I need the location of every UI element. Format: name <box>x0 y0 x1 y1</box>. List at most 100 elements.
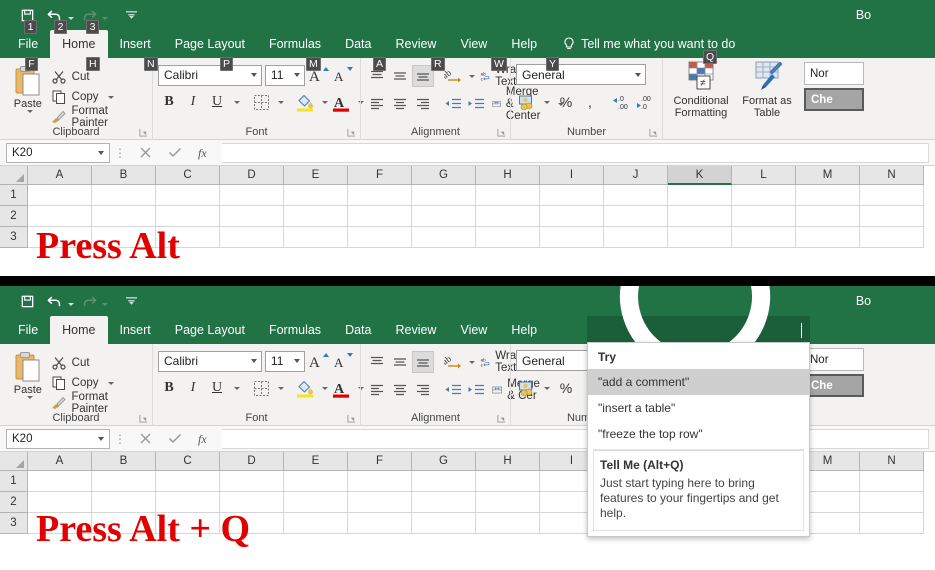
clipboard-dialog-launcher-icon[interactable] <box>139 128 148 137</box>
customize-quick-access-toolbar-button[interactable] <box>118 289 144 313</box>
bold-button[interactable]: B <box>158 377 180 399</box>
paste-button[interactable]: Paste <box>5 62 51 127</box>
cell-E2[interactable] <box>284 206 348 227</box>
align-right-button[interactable] <box>412 93 434 115</box>
cell-L3[interactable] <box>732 227 796 248</box>
cell-A2[interactable] <box>28 492 92 513</box>
paste-button[interactable]: Paste <box>5 348 51 413</box>
cell-C2[interactable] <box>156 206 220 227</box>
tab-help[interactable]: Help <box>499 30 549 58</box>
tab-review[interactable]: Review <box>383 30 448 58</box>
underline-button[interactable]: U <box>206 377 228 399</box>
insert-function-button[interactable]: fx <box>190 429 220 449</box>
cell-G1[interactable] <box>412 185 476 206</box>
tab-formulas[interactable]: Formulas <box>257 316 333 344</box>
tell-me-suggestion-freeze-the-top-row[interactable]: "freeze the top row" <box>588 421 809 447</box>
increase-indent-button[interactable] <box>465 93 487 115</box>
tab-help[interactable]: Help <box>499 316 549 344</box>
cell-F3[interactable] <box>348 513 412 534</box>
cell-J3[interactable] <box>604 227 668 248</box>
increase-font-size-button[interactable]: A <box>308 350 330 372</box>
column-header-g[interactable]: G <box>412 166 476 185</box>
cell-D1[interactable] <box>220 185 284 206</box>
comma-style-button[interactable]: , <box>579 91 601 113</box>
cell-F2[interactable] <box>348 492 412 513</box>
underline-dropdown-caret-icon[interactable] <box>234 100 240 104</box>
cell-styles-gallery[interactable]: Nor Che <box>804 61 864 140</box>
cell-B1[interactable] <box>92 185 156 206</box>
redo-dropdown-caret-icon[interactable] <box>102 16 108 20</box>
name-box[interactable]: K20 <box>6 428 110 449</box>
style-check-cell[interactable]: Che <box>804 374 864 397</box>
cut-button[interactable]: Cut <box>51 353 147 373</box>
font-color-button[interactable]: A <box>330 377 352 399</box>
cell-N2[interactable] <box>860 492 924 513</box>
cell-A3[interactable] <box>28 513 92 534</box>
decrease-decimal-button[interactable]: .00.0 <box>635 91 657 113</box>
borders-button[interactable] <box>250 91 272 113</box>
borders-dropdown-caret-icon[interactable] <box>278 100 284 104</box>
increase-indent-button[interactable] <box>465 379 487 401</box>
percent-style-button[interactable]: % <box>555 377 577 399</box>
name-box[interactable]: K20 <box>6 142 110 163</box>
tell-me-suggestion-insert-a-table[interactable]: "insert a table" <box>588 395 809 421</box>
copy-button[interactable]: Copy <box>51 373 147 393</box>
bold-button[interactable]: B <box>158 91 180 113</box>
format-painter-button[interactable]: Format Painter <box>51 391 147 415</box>
cell-F3[interactable] <box>348 227 412 248</box>
cell-H3[interactable] <box>476 513 540 534</box>
cell-J1[interactable] <box>604 185 668 206</box>
redo-button[interactable] <box>76 289 102 313</box>
cell-H3[interactable] <box>476 227 540 248</box>
fill-color-dropdown-caret-icon[interactable] <box>322 100 328 104</box>
column-header-b[interactable]: B <box>92 452 156 471</box>
cell-B1[interactable] <box>92 471 156 492</box>
cell-E3[interactable] <box>284 227 348 248</box>
column-header-c[interactable]: C <box>156 166 220 185</box>
column-header-d[interactable]: D <box>220 166 284 185</box>
cell-A2[interactable] <box>28 206 92 227</box>
fill-color-button[interactable] <box>294 377 316 399</box>
cell-N3[interactable] <box>860 227 924 248</box>
cell-K1[interactable] <box>668 185 732 206</box>
font-name-combobox[interactable]: Calibri <box>158 350 262 372</box>
row-header-1[interactable]: 1 <box>0 471 28 492</box>
tab-page-layout[interactable]: Page Layout <box>163 30 257 58</box>
cell-I2[interactable] <box>540 206 604 227</box>
increase-decimal-button[interactable]: .0.00 <box>611 91 633 113</box>
font-dialog-launcher-icon[interactable] <box>347 414 356 423</box>
cell-N3[interactable] <box>860 513 924 534</box>
percent-style-button[interactable]: % <box>555 91 577 113</box>
cell-N1[interactable] <box>860 471 924 492</box>
copy-dropdown-caret-icon[interactable] <box>107 381 114 385</box>
tab-file[interactable]: File <box>6 316 50 344</box>
tab-home[interactable]: Home <box>50 30 108 58</box>
format-as-table-button[interactable]: Format as Table <box>734 61 800 140</box>
orientation-dropdown-caret-icon[interactable] <box>469 360 475 364</box>
cell-styles-gallery[interactable]: Nor Che <box>804 347 864 426</box>
column-header-g[interactable]: G <box>412 452 476 471</box>
orientation-button[interactable]: ab <box>442 351 464 373</box>
save-button[interactable] <box>14 289 40 313</box>
column-header-f[interactable]: F <box>348 452 412 471</box>
cell-B2[interactable] <box>92 492 156 513</box>
undo-dropdown-caret-icon[interactable] <box>68 16 74 20</box>
copy-dropdown-caret-icon[interactable] <box>107 95 114 99</box>
cell-H2[interactable] <box>476 206 540 227</box>
accounting-dropdown-caret-icon[interactable] <box>544 386 550 390</box>
enter-formula-button[interactable] <box>160 429 190 449</box>
cell-B2[interactable] <box>92 206 156 227</box>
alignment-dialog-launcher-icon[interactable] <box>497 414 506 423</box>
italic-button[interactable]: I <box>182 91 204 113</box>
row-header-3[interactable]: 3 <box>0 513 28 534</box>
cell-A3[interactable] <box>28 227 92 248</box>
formula-input[interactable] <box>222 142 929 163</box>
customize-quick-access-toolbar-button[interactable] <box>118 3 144 27</box>
cancel-formula-button[interactable] <box>130 429 160 449</box>
cell-B3[interactable] <box>92 513 156 534</box>
cell-G3[interactable] <box>412 513 476 534</box>
align-left-button[interactable] <box>366 93 388 115</box>
column-header-e[interactable]: E <box>284 452 348 471</box>
decrease-font-size-button[interactable]: A <box>333 64 355 86</box>
clipboard-dialog-launcher-icon[interactable] <box>139 414 148 423</box>
